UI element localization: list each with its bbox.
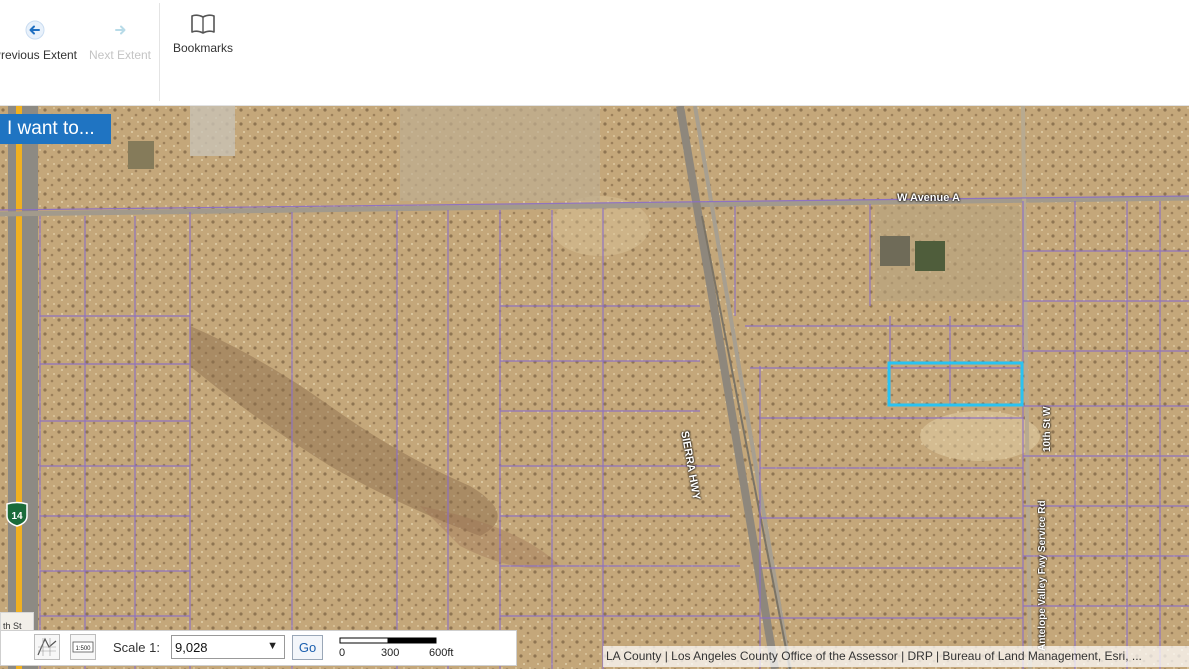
map-view[interactable]: I want to... W Avenue A SIERRA HWY 10th … xyxy=(0,106,1189,669)
scale-tick-600: 600ft xyxy=(429,647,454,659)
scale-toolbar: 1:500 Scale 1: 9,028 ▼ Go 0 300 600ft xyxy=(0,630,517,666)
service-rd-label: Antelope Valley Fwy Service Rd xyxy=(1037,500,1048,651)
scale-preset-icon[interactable]: 1:500 xyxy=(70,634,96,660)
bookmarks-button[interactable]: Bookmarks xyxy=(167,0,239,98)
book-icon xyxy=(190,13,216,40)
tenth-st-label: 10th St W xyxy=(1042,406,1053,452)
scale-tick-300: 300 xyxy=(381,647,400,659)
scale-value: 9,028 xyxy=(175,640,208,655)
toolbar: Previous Extent Next Extent Bookmarks xyxy=(0,0,1189,106)
bookmarks-label: Bookmarks xyxy=(172,41,234,55)
scale-label: Scale 1: xyxy=(113,640,160,655)
arrow-left-icon xyxy=(24,19,46,46)
next-extent-label: Next Extent xyxy=(88,48,152,62)
scale-bar: 0 300 600ft xyxy=(339,637,453,661)
basemap-toggle-icon[interactable] xyxy=(34,634,60,660)
scale-preset-text: 1:500 xyxy=(75,646,91,652)
i-want-to-button[interactable]: I want to... xyxy=(0,114,111,144)
chevron-down-icon: ▼ xyxy=(267,640,278,652)
highway-14-number: 14 xyxy=(11,511,23,522)
scale-select[interactable]: 9,028 ▼ xyxy=(171,635,285,659)
highway-14-shield-icon: 14 xyxy=(5,501,29,527)
avenue-a-label: W Avenue A xyxy=(897,192,960,204)
extent-group: Previous Extent Next Extent xyxy=(0,3,160,101)
go-button[interactable]: Go xyxy=(292,635,323,660)
arrow-right-icon xyxy=(109,19,131,46)
aerial-imagery xyxy=(0,106,1189,669)
next-extent-button[interactable]: Next Extent xyxy=(80,3,160,101)
scale-tick-0: 0 xyxy=(339,647,346,659)
map-attribution: LA County | Los Angeles County Office of… xyxy=(603,646,1189,667)
